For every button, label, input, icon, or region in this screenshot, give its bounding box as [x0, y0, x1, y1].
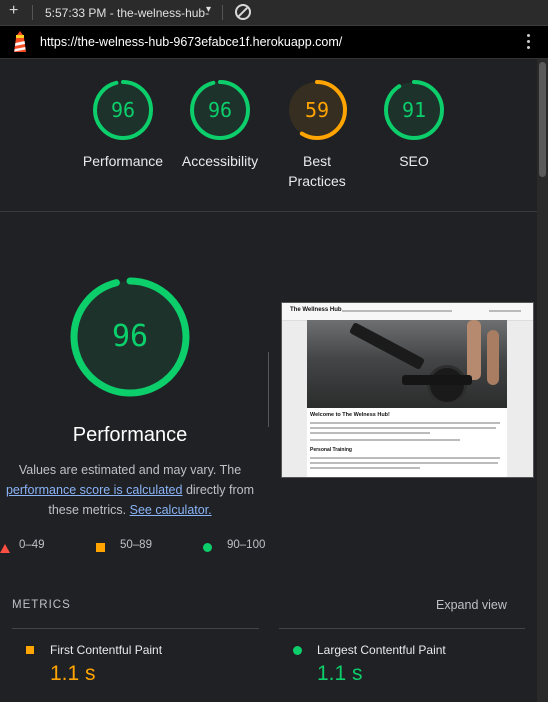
- section-divider: [0, 211, 537, 212]
- score-value: 91: [401, 98, 427, 122]
- lighthouse-icon: [14, 31, 26, 52]
- performance-gauge-large: 96: [68, 275, 192, 399]
- performance-score-link[interactable]: performance score is calculated: [6, 483, 182, 497]
- hero-figure: [487, 330, 499, 385]
- gauge-performance[interactable]: 96 Performance: [83, 78, 163, 198]
- average-square-icon: [96, 543, 105, 552]
- text-line: [310, 427, 496, 429]
- divider: [32, 5, 33, 20]
- scrollbar[interactable]: [537, 59, 548, 702]
- screenshot-hero-image: [307, 320, 507, 408]
- screenshot-navbar: The Wellness Hub: [282, 303, 533, 321]
- clear-report-icon[interactable]: [235, 4, 251, 20]
- metric-value-lcp: 1.1 s: [317, 662, 363, 685]
- text-line: [310, 467, 420, 469]
- expand-view-toggle[interactable]: Expand view: [436, 598, 507, 612]
- url-bar: https://the-welness-hub-9673efabce1f.her…: [0, 26, 548, 59]
- note-text: Values are estimated and may vary. The: [18, 463, 242, 477]
- performance-score: 96: [111, 319, 149, 354]
- text-line: [310, 439, 460, 441]
- hero-bench: [402, 375, 472, 385]
- metric-value-fcp: 1.1 s: [50, 662, 96, 685]
- score-label: Best Practices: [288, 153, 346, 189]
- text-line: [310, 462, 498, 464]
- metric-name-fcp: First Contentful Paint: [50, 643, 163, 657]
- text-line: [310, 422, 500, 424]
- divider: [222, 5, 223, 20]
- chevron-down-icon[interactable]: ▾: [206, 4, 211, 15]
- performance-title: Performance: [72, 424, 188, 446]
- score-label: Performance: [82, 153, 164, 169]
- gauge-seo[interactable]: 91 SEO: [382, 78, 446, 198]
- divider: [279, 628, 525, 629]
- score-value: 59: [304, 98, 330, 122]
- metrics-section-label: METRICS: [12, 599, 71, 611]
- pass-circle-icon: [203, 543, 212, 552]
- score-label: SEO: [399, 153, 429, 169]
- screenshot-login-links: [489, 310, 521, 312]
- page-url[interactable]: https://the-welness-hub-9673efabce1f.her…: [40, 35, 342, 49]
- screenshot-content: Welcome to The Welness Hub! Personal Tra…: [307, 408, 507, 477]
- screenshot-subheading: Personal Training: [310, 447, 352, 453]
- performance-note: Values are estimated and may vary. The p…: [0, 460, 270, 520]
- hero-bench: [348, 321, 426, 371]
- text-line: [310, 432, 430, 434]
- score-value: 96: [110, 98, 136, 122]
- see-calculator-link[interactable]: See calculator.: [130, 503, 212, 517]
- scrollbar-thumb[interactable]: [539, 62, 546, 177]
- screenshot-brand: The Wellness Hub: [290, 307, 342, 313]
- new-tab-button[interactable]: +: [9, 3, 18, 19]
- legend-average: 50–89: [120, 539, 152, 551]
- metric-name-lcp: Largest Contentful Paint: [317, 643, 446, 657]
- hero-figure: [467, 320, 481, 380]
- fail-triangle-icon: [0, 544, 10, 553]
- divider: [12, 628, 259, 629]
- browser-top-bar: + 5:57:33 PM - the-welness-hub- ▾: [0, 0, 548, 26]
- legend-fail: 0–49: [19, 539, 45, 551]
- pass-circle-icon: [293, 646, 302, 655]
- gauge-best-practices[interactable]: 59 Best Practices: [285, 78, 349, 198]
- screenshot-nav-links: [342, 310, 452, 312]
- legend-pass: 90–100: [227, 539, 266, 551]
- score-label: Accessibility: [181, 153, 259, 169]
- screenshot-heading: Welcome to The Welness Hub!: [310, 412, 390, 418]
- average-square-icon: [26, 646, 34, 654]
- final-screenshot-thumbnail[interactable]: The Wellness Hub Welcome to The Welness …: [281, 302, 534, 478]
- divider: [268, 352, 269, 427]
- score-value: 96: [207, 98, 233, 122]
- hero-weight-plate: [427, 365, 467, 405]
- session-dropdown-label[interactable]: 5:57:33 PM - the-welness-hub-: [45, 6, 209, 20]
- gauge-accessibility[interactable]: 96 Accessibility: [182, 78, 258, 198]
- text-line: [310, 457, 500, 459]
- more-options-icon[interactable]: [527, 34, 530, 52]
